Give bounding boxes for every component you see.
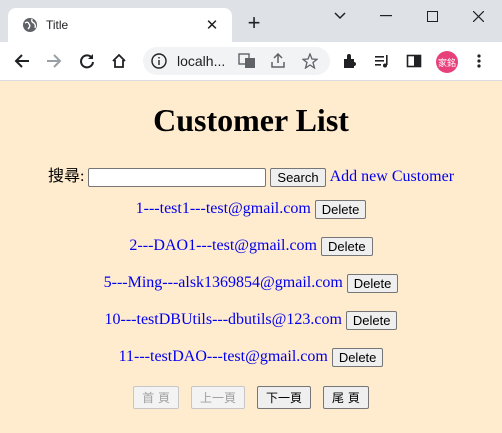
prev-page-button[interactable]: 上一頁	[190, 386, 245, 409]
customer-link[interactable]: 11---testDAO---test@gmail.com	[119, 348, 328, 365]
page-title: Customer List	[153, 102, 349, 138]
new-tab-icon[interactable]: +	[243, 12, 265, 35]
tab-strip: Title ✕ +	[0, 0, 502, 42]
delete-button[interactable]: Delete	[346, 274, 399, 293]
close-window-icon[interactable]	[456, 0, 500, 32]
customer-row: 1---test1---test@gmail.com Delete	[0, 200, 502, 219]
home-icon[interactable]	[108, 50, 130, 72]
back-icon[interactable]	[11, 50, 33, 72]
browser-chrome: Title ✕ + localh... 家銘	[0, 0, 502, 81]
site-info-icon[interactable]	[151, 53, 167, 69]
delete-button[interactable]: Delete	[331, 348, 384, 367]
first-page-button[interactable]: 首 頁	[133, 386, 179, 409]
search-row: 搜尋: Search Add new Customer	[0, 162, 502, 187]
search-input[interactable]	[88, 167, 267, 187]
bookmark-star-icon[interactable]	[299, 50, 321, 72]
url-text: localh...	[177, 53, 226, 69]
share-icon[interactable]	[267, 50, 289, 72]
add-customer-link[interactable]: Add new Customer	[330, 168, 454, 185]
search-label: 搜尋:	[47, 168, 85, 185]
translate-icon[interactable]	[236, 50, 258, 72]
close-tab-icon[interactable]: ✕	[204, 16, 220, 34]
tab-title: Title	[46, 18, 69, 32]
delete-button[interactable]: Delete	[321, 237, 373, 256]
customer-link[interactable]: 2---DAO1---test@gmail.com	[129, 237, 317, 254]
customer-row: 11---testDAO---test@gmail.com Delete	[0, 348, 502, 367]
pagination: 首 頁 上一頁 下一頁 尾 頁	[0, 386, 502, 409]
delete-button[interactable]: Delete	[345, 311, 398, 330]
profile-avatar[interactable]: 家銘	[436, 51, 458, 73]
search-button[interactable]: Search	[270, 167, 326, 187]
reload-icon[interactable]	[76, 50, 98, 72]
media-playlist-icon[interactable]	[371, 50, 393, 72]
extensions-icon[interactable]	[339, 50, 361, 72]
browser-toolbar: localh... 家銘	[0, 42, 502, 81]
last-page-button[interactable]: 尾 頁	[323, 386, 369, 409]
side-panel-icon[interactable]	[403, 50, 425, 72]
customer-row: 10---testDBUtils---dbutils@123.com Delet…	[0, 311, 502, 330]
tab-search-icon[interactable]	[318, 0, 362, 32]
customer-link[interactable]: 1---test1---test@gmail.com	[136, 200, 311, 217]
customer-row: 5---Ming---alsk1369854@gmail.com Delete	[0, 274, 502, 293]
minimize-icon[interactable]	[364, 0, 408, 32]
page-content: Customer List 搜尋: Search Add new Custome…	[0, 81, 502, 433]
menu-kebab-icon[interactable]	[468, 50, 490, 72]
globe-icon	[22, 17, 38, 33]
customer-link[interactable]: 10---testDBUtils---dbutils@123.com	[105, 311, 342, 328]
next-page-button[interactable]: 下一頁	[257, 386, 312, 409]
browser-tab[interactable]: Title ✕	[8, 8, 232, 42]
customer-row: 2---DAO1---test@gmail.com Delete	[0, 237, 502, 256]
delete-button[interactable]: Delete	[314, 200, 367, 219]
forward-icon[interactable]	[43, 50, 65, 72]
customer-link[interactable]: 5---Ming---alsk1369854@gmail.com	[104, 274, 343, 291]
maximize-icon[interactable]	[410, 0, 454, 32]
